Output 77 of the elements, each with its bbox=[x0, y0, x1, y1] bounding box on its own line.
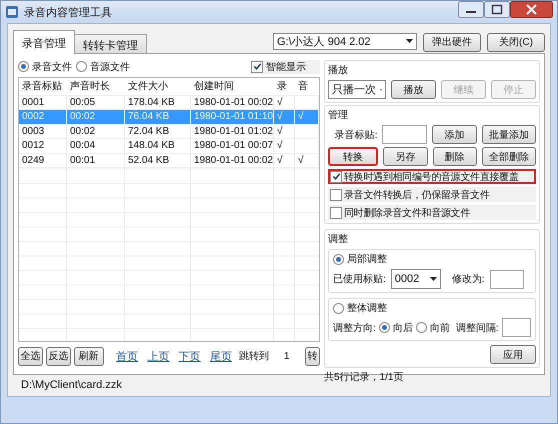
page-link[interactable]: 尾页 bbox=[210, 348, 232, 364]
file-path: D:\MyClient\card.zzk bbox=[21, 379, 122, 391]
play-button[interactable]: 播放 bbox=[391, 80, 436, 99]
table-cell: 0012 bbox=[22, 140, 44, 152]
table-row[interactable]: 0003 00:02 72.04 KB 1980-01-01 01:02 √ bbox=[19, 124, 319, 140]
table-cell: √ bbox=[298, 111, 304, 122]
table-cell: 76.04 KB bbox=[128, 111, 170, 122]
table-cell: 00:02 bbox=[70, 126, 96, 137]
go-button[interactable]: 转 bbox=[304, 346, 320, 366]
radio-label: 整体调整 bbox=[347, 302, 387, 315]
radio-label: 音源文件 bbox=[90, 60, 130, 74]
action-button[interactable]: 添加 bbox=[432, 125, 477, 144]
table-cell: √ bbox=[298, 154, 304, 166]
table-cell: 00:02 bbox=[70, 111, 96, 122]
table-cell: 0001 bbox=[22, 96, 44, 108]
page-link[interactable]: 上页 bbox=[147, 348, 170, 364]
group-title: 调整 bbox=[328, 233, 349, 246]
close-button[interactable]: 关闭(C) bbox=[487, 32, 545, 52]
tab[interactable]: 录音管理 bbox=[13, 30, 75, 54]
table-cell: 148.04 KB bbox=[128, 140, 175, 152]
radio-label: 向前 bbox=[430, 322, 450, 334]
tab[interactable]: 转转卡管理 bbox=[74, 34, 147, 54]
action-button[interactable]: 删除 bbox=[432, 147, 477, 166]
table-cell: 1980-01-01 00:02 bbox=[194, 96, 273, 108]
checkbox-label: 转换时遇到相同编号的音源文件直接覆盖 bbox=[344, 170, 519, 184]
action-button[interactable]: 批量添加 bbox=[482, 125, 536, 144]
label-dropdown[interactable]: 0002 bbox=[390, 269, 441, 289]
table-cell: √ bbox=[277, 126, 282, 137]
table-cell: √ bbox=[277, 111, 282, 122]
table-cell: 00:04 bbox=[70, 140, 96, 152]
refresh-button[interactable]: 刷新 bbox=[74, 346, 104, 366]
table-cell: 0002 bbox=[22, 111, 44, 122]
select-all-button[interactable]: 全选 bbox=[18, 346, 43, 366]
table-cell: 178.04 KB bbox=[128, 96, 175, 108]
page-link[interactable]: 首页 bbox=[116, 348, 138, 364]
field-label: 调整间隔: bbox=[456, 322, 499, 334]
table-cell: 52.04 KB bbox=[128, 154, 170, 166]
field-label: 调整方向: bbox=[333, 322, 376, 334]
table-cell: √ bbox=[277, 140, 282, 152]
table-row[interactable]: 0012 00:04 148.04 KB 1980-01-01 00:07 √ bbox=[19, 139, 319, 154]
table-cell: 1980-01-01 01:02 bbox=[194, 126, 273, 137]
checkbox-label: 智能显示 bbox=[266, 60, 306, 74]
checkbox-label: 同时删除录音文件和音源文件 bbox=[344, 206, 470, 220]
table-cell: 72.04 KB bbox=[128, 126, 170, 137]
table-cell: 00:05 bbox=[70, 96, 96, 108]
action-button[interactable]: 全部删除 bbox=[482, 147, 536, 166]
field-label: 录音标贴: bbox=[334, 128, 378, 142]
invert-selection-button[interactable]: 反选 bbox=[46, 346, 71, 366]
page-link[interactable]: 下页 bbox=[178, 348, 201, 364]
table-cell: 0003 bbox=[22, 126, 44, 137]
checkbox-label: 录音文件转换后，仍保留录音文件 bbox=[344, 188, 490, 202]
radio-label: 向后 bbox=[392, 322, 413, 334]
table-cell: √ bbox=[277, 96, 282, 108]
group-title: 管理 bbox=[328, 109, 349, 122]
table-cell: 1980-01-01 00:02 bbox=[194, 154, 273, 166]
table-row[interactable]: 0249 00:01 52.04 KB 1980-01-01 00:02 √ √ bbox=[19, 154, 319, 168]
play-mode-dropdown[interactable]: 只播一次 bbox=[328, 80, 386, 99]
page-number: 1 bbox=[284, 350, 290, 362]
action-button[interactable]: 另存 bbox=[383, 147, 428, 166]
apply-button[interactable]: 应用 bbox=[490, 345, 536, 364]
field-label: 修改为: bbox=[452, 272, 485, 286]
window-title: 录音内容管理工具 bbox=[24, 6, 113, 20]
table-cell: 00:01 bbox=[70, 154, 96, 166]
eject-button[interactable]: 弹出硬件 bbox=[423, 32, 481, 52]
radio-label: 录音文件 bbox=[32, 60, 72, 74]
jump-label: 跳转到 bbox=[238, 350, 269, 364]
action-button[interactable]: 转换 bbox=[328, 147, 378, 166]
group-title: 播放 bbox=[328, 64, 349, 77]
table-cell: 1980-01-01 01:10 bbox=[194, 111, 273, 122]
record-count: 共5行记录，1/1页 bbox=[324, 372, 404, 383]
radio-label: 局部调整 bbox=[347, 252, 387, 266]
table-cell: 0249 bbox=[22, 154, 44, 166]
table-row[interactable]: 0001 00:05 178.04 KB 1980-01-01 00:02 √ bbox=[19, 96, 319, 110]
field-label: 已使用标贴: bbox=[333, 272, 386, 286]
table-cell: 1980-01-01 00:07 bbox=[194, 140, 273, 152]
table-cell: √ bbox=[277, 154, 282, 166]
drive-dropdown[interactable]: G:\小达人 904 2.02 bbox=[273, 32, 417, 50]
